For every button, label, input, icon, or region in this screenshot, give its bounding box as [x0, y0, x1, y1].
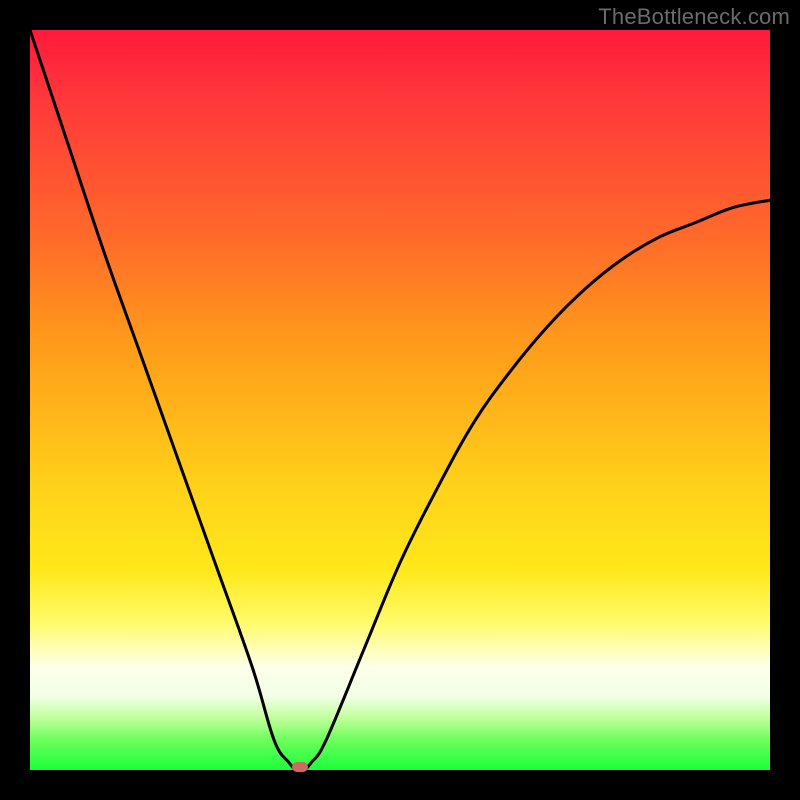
watermark-text: TheBottleneck.com — [598, 4, 790, 30]
minimum-marker — [292, 762, 308, 772]
bottleneck-curve — [30, 30, 770, 770]
chart-frame: TheBottleneck.com — [0, 0, 800, 800]
plot-area — [30, 30, 770, 770]
